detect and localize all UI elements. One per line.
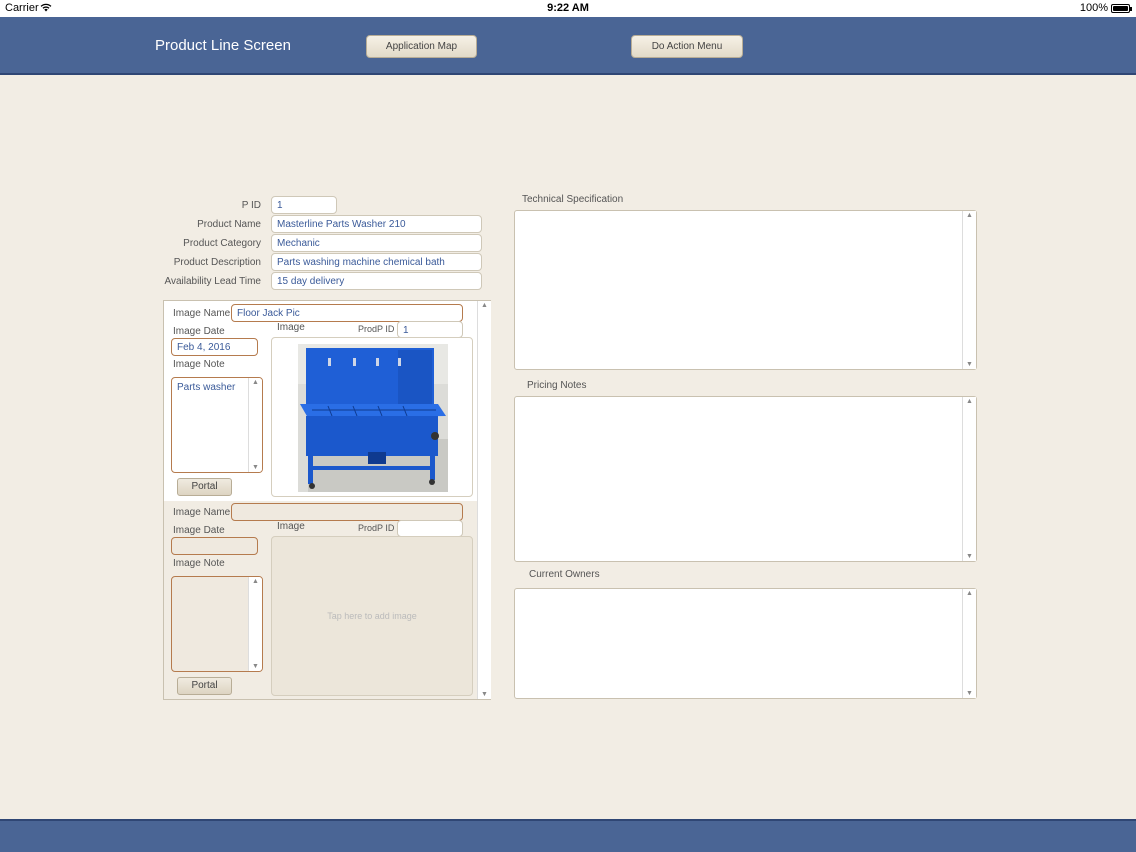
- image-portal[interactable]: Image Name Floor Jack Pic Image Date Ima…: [163, 300, 491, 700]
- image-note-field[interactable]: Parts washer ▲ ▼: [171, 377, 263, 473]
- technical-specification-label: Technical Specification: [522, 194, 624, 205]
- product-description-field[interactable]: Parts washing machine chemical bath: [271, 253, 482, 271]
- image-note-field[interactable]: ▲ ▼: [171, 576, 263, 672]
- product-category-label: Product Category: [183, 238, 261, 249]
- portal-button[interactable]: Portal: [177, 677, 232, 695]
- portal-scrollbar[interactable]: ▲ ▼: [477, 301, 491, 699]
- scroll-down-icon[interactable]: ▼: [963, 690, 976, 697]
- panel-scrollbar[interactable]: ▲ ▼: [962, 589, 976, 698]
- add-image-hint: Tap here to add image: [327, 611, 417, 621]
- product-category-field[interactable]: Mechanic: [271, 234, 482, 252]
- image-date-label: Image Date: [173, 525, 225, 536]
- application-map-button[interactable]: Application Map: [366, 35, 477, 58]
- prodp-id-label: ProdP ID: [358, 324, 395, 334]
- do-action-menu-button[interactable]: Do Action Menu: [631, 35, 743, 58]
- prodp-id-field[interactable]: [397, 520, 463, 537]
- image-name-label: Image Name: [173, 507, 231, 518]
- footer-bar: [0, 819, 1136, 852]
- pid-label: P ID: [241, 200, 261, 211]
- pricing-notes-field[interactable]: ▲ ▼: [514, 396, 977, 562]
- prodp-id-field[interactable]: 1: [397, 321, 463, 338]
- scroll-down-icon[interactable]: ▼: [249, 663, 262, 670]
- image-name-field[interactable]: Floor Jack Pic: [231, 304, 463, 322]
- panel-scrollbar[interactable]: ▲ ▼: [962, 397, 976, 561]
- lead-time-field[interactable]: 15 day delivery: [271, 272, 482, 290]
- page-title: Product Line Screen: [155, 37, 291, 54]
- header-bar: Product Line Screen Application Map Do A…: [0, 17, 1136, 75]
- scroll-up-icon[interactable]: ▲: [963, 398, 976, 405]
- portal-button[interactable]: Portal: [177, 478, 232, 496]
- status-bar: Carrier 9:22 AM 100%: [0, 0, 1136, 17]
- image-date-field[interactable]: [171, 537, 258, 555]
- product-name-label: Product Name: [197, 219, 261, 230]
- image-note-label: Image Note: [173, 558, 225, 569]
- current-owners-field[interactable]: ▲ ▼: [514, 588, 977, 699]
- scroll-up-icon[interactable]: ▲: [963, 212, 976, 219]
- product-description-label: Product Description: [173, 257, 261, 268]
- scroll-down-icon[interactable]: ▼: [963, 361, 976, 368]
- image-container[interactable]: [271, 337, 473, 497]
- lead-time-label: Availability Lead Time: [164, 276, 261, 287]
- battery-percent: 100%: [1079, 2, 1108, 14]
- image-note-text: Parts washer: [177, 382, 236, 393]
- technical-specification-field[interactable]: ▲ ▼: [514, 210, 977, 370]
- scroll-up-icon[interactable]: ▲: [249, 578, 262, 585]
- image-container[interactable]: Tap here to add image: [271, 536, 473, 696]
- portal-row: Image Name Image Date Image ProdP ID Ima…: [164, 501, 477, 699]
- image-name-field[interactable]: [231, 503, 463, 521]
- pricing-notes-label: Pricing Notes: [527, 380, 587, 391]
- product-name-field[interactable]: Masterline Parts Washer 210: [271, 215, 482, 233]
- image-label: Image: [277, 322, 305, 333]
- image-date-label: Image Date: [173, 326, 225, 337]
- image-date-field[interactable]: Feb 4, 2016: [171, 338, 258, 356]
- parts-washer-photo: [298, 344, 448, 492]
- clock: 9:22 AM: [547, 2, 589, 14]
- scroll-up-icon[interactable]: ▲: [963, 590, 976, 597]
- prodp-id-label: ProdP ID: [358, 523, 395, 533]
- scroll-up-icon[interactable]: ▲: [478, 302, 491, 309]
- image-label: Image: [277, 521, 305, 532]
- portal-row: Image Name Floor Jack Pic Image Date Ima…: [164, 301, 477, 501]
- image-note-label: Image Note: [173, 359, 225, 370]
- note-scrollbar[interactable]: ▲ ▼: [248, 577, 262, 671]
- pid-field[interactable]: 1: [271, 196, 337, 214]
- image-name-label: Image Name: [173, 308, 231, 319]
- current-owners-label: Current Owners: [529, 569, 600, 580]
- scroll-down-icon[interactable]: ▼: [249, 464, 262, 471]
- scroll-down-icon[interactable]: ▼: [478, 691, 491, 698]
- panel-scrollbar[interactable]: ▲ ▼: [962, 211, 976, 369]
- battery-icon: [1111, 4, 1132, 13]
- scroll-down-icon[interactable]: ▼: [963, 553, 976, 560]
- note-scrollbar[interactable]: ▲ ▼: [248, 378, 262, 472]
- scroll-up-icon[interactable]: ▲: [249, 379, 262, 386]
